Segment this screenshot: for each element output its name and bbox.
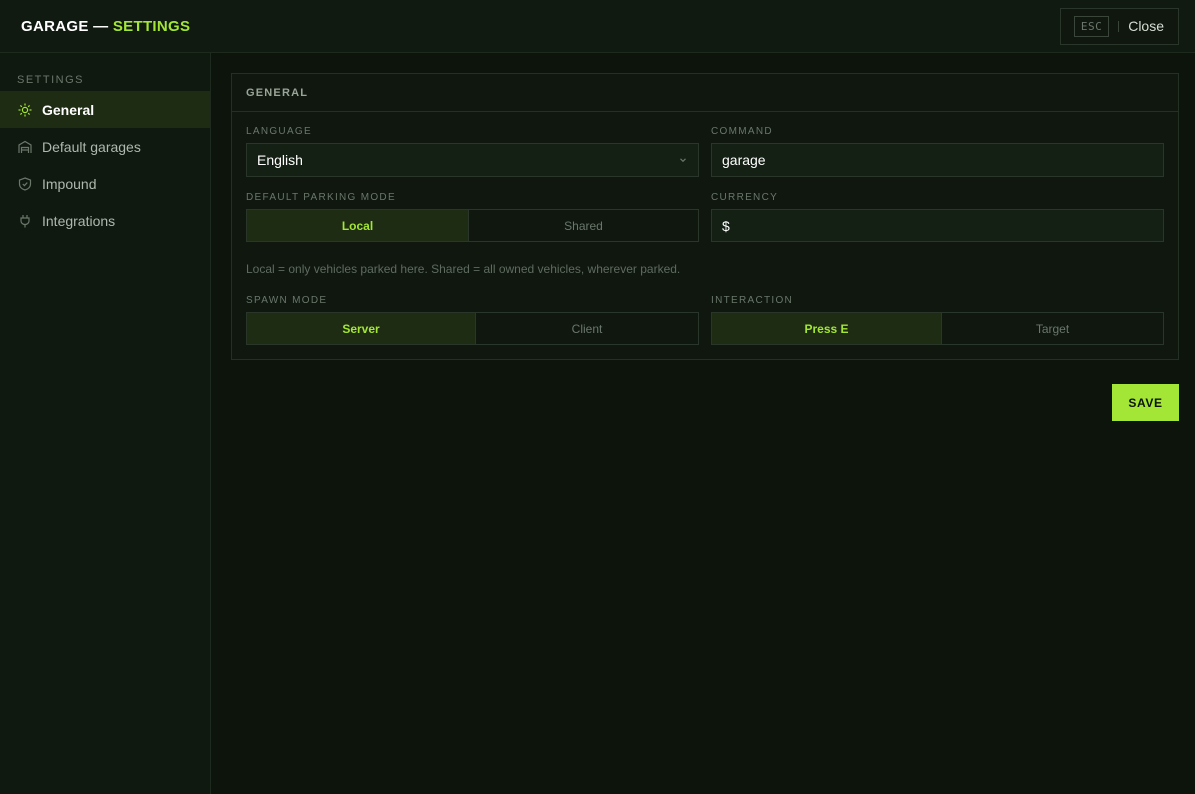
spawn-mode-label: SPAWN MODE — [246, 295, 328, 306]
interaction-press-e[interactable]: Press E — [712, 313, 941, 344]
parking-mode-shared[interactable]: Shared — [468, 210, 698, 241]
sidebar-item-label: Integrations — [42, 212, 116, 229]
sidebar-heading: SETTINGS — [17, 74, 85, 86]
interaction-target[interactable]: Target — [941, 313, 1163, 344]
close-label: Close — [1128, 18, 1164, 34]
parking-mode-label: DEFAULT PARKING MODE — [246, 192, 396, 203]
currency-value: $ — [722, 217, 730, 234]
currency-input[interactable]: $ — [711, 209, 1164, 242]
esc-key-badge: ESC — [1073, 15, 1110, 37]
plug-icon — [17, 213, 33, 229]
close-button[interactable]: ESC Close — [1059, 7, 1179, 45]
sidebar-item-label: Default garages — [42, 138, 141, 155]
parking-mode-local[interactable]: Local — [247, 210, 468, 241]
command-label: COMMAND — [711, 126, 773, 137]
language-label: LANGUAGE — [246, 126, 312, 137]
command-value: garage — [722, 152, 766, 168]
page-title: GARAGE — SETTINGS — [21, 18, 190, 35]
parking-mode-toggle: Local Shared — [246, 209, 699, 242]
language-value: English — [257, 152, 303, 168]
header-bar: GARAGE — SETTINGS ESC Close — [0, 0, 1195, 53]
title-main: GARAGE — — [21, 17, 109, 35]
sidebar-item-impound[interactable]: Impound — [0, 165, 210, 202]
general-panel: GENERAL LANGUAGE English COMMAND garage … — [231, 73, 1179, 360]
garage-icon — [17, 139, 33, 155]
shield-icon — [17, 176, 33, 192]
spawn-mode-server[interactable]: Server — [247, 313, 475, 344]
sun-icon — [17, 102, 33, 118]
currency-label: CURRENCY — [711, 192, 779, 203]
spawn-mode-client[interactable]: Client — [475, 313, 698, 344]
sidebar-item-integrations[interactable]: Integrations — [0, 202, 210, 239]
save-button[interactable]: SAVE — [1112, 384, 1179, 421]
interaction-toggle: Press E Target — [711, 312, 1164, 345]
sidebar: SETTINGS General Default garages Impound… — [0, 53, 211, 794]
sidebar-item-label: General — [42, 101, 95, 118]
title-accent: SETTINGS — [112, 17, 191, 35]
interaction-label: INTERACTION — [711, 295, 794, 306]
sidebar-item-label: Impound — [42, 175, 97, 192]
panel-title: GENERAL — [232, 74, 1178, 112]
command-input[interactable]: garage — [711, 143, 1164, 177]
sidebar-item-general[interactable]: General — [0, 91, 210, 128]
divider — [1118, 20, 1120, 32]
sidebar-item-default-garages[interactable]: Default garages — [0, 128, 210, 165]
chevron-down-icon — [678, 152, 688, 168]
parking-mode-hint: Local = only vehicles parked here. Share… — [246, 262, 681, 276]
spawn-mode-toggle: Server Client — [246, 312, 699, 345]
language-select[interactable]: English — [246, 143, 699, 177]
